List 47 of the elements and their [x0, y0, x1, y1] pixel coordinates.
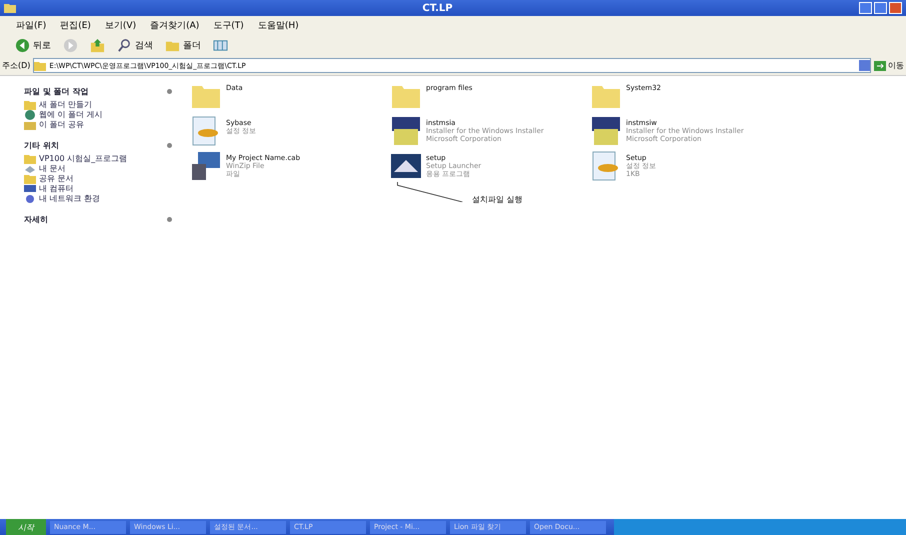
task-link[interactable]: 이 폴더 공유 [24, 120, 172, 130]
installer-icon[interactable] [590, 115, 622, 147]
start-button[interactable]: 시작 [6, 519, 46, 535]
up-button[interactable] [89, 37, 106, 54]
search-icon [117, 38, 132, 53]
views-icon [213, 38, 228, 53]
maximize-button[interactable] [874, 2, 887, 14]
collapse-icon[interactable] [167, 143, 172, 148]
collapse-icon[interactable] [167, 217, 172, 222]
minimize-button[interactable] [859, 2, 872, 14]
folder-icon [4, 3, 16, 13]
go-button[interactable]: 이동 [874, 60, 904, 71]
folder-icon [24, 100, 36, 110]
address-label: 주소(D) [2, 60, 30, 71]
menu-item[interactable]: 파일(F) [16, 19, 46, 32]
close-button[interactable] [889, 2, 902, 14]
share-icon [24, 120, 36, 130]
collapse-icon[interactable] [167, 89, 172, 94]
panel-title: 기타 위치 [24, 140, 59, 151]
menu-item[interactable]: 도움말(H) [258, 19, 299, 32]
computer-icon [24, 184, 36, 194]
folder-icon [34, 60, 46, 70]
menu-item[interactable]: 보기(V) [104, 19, 136, 32]
folder-up-icon [90, 38, 105, 53]
arrow-icon [874, 60, 886, 70]
window-title: CT.LP [421, 2, 454, 14]
task-link[interactable]: 내 네트워크 환경 [24, 194, 172, 204]
installer-icon[interactable] [390, 115, 422, 147]
panel-title: 파일 및 폴더 작업 [24, 86, 88, 97]
back-button[interactable]: 뒤로 [14, 37, 52, 54]
menu-item[interactable]: 편집(E) [60, 19, 91, 32]
menu-item[interactable]: 도구(T) [213, 19, 244, 32]
search-button[interactable]: 검색 [116, 37, 154, 54]
task-link[interactable]: 웹에 이 폴더 게시 [24, 110, 172, 120]
globe-icon [24, 110, 36, 120]
menu-item[interactable]: 즐겨찾기(A) [150, 19, 200, 32]
folders-button[interactable]: 폴더 [164, 37, 202, 54]
package-icon[interactable] [190, 150, 222, 182]
task-link[interactable]: 내 컴퓨터 [24, 184, 172, 194]
folder-icon [24, 154, 36, 164]
panel-title: 자세히 [24, 214, 48, 225]
task-link[interactable]: VP100 시험실_프로그램 [24, 154, 172, 164]
callout-label: 설치파일 실행 [472, 194, 523, 205]
task-link[interactable]: 새 폴더 만들기 [24, 100, 172, 110]
task-link[interactable]: 내 문서 [24, 164, 172, 174]
task-link[interactable]: 공유 문서 [24, 174, 172, 184]
folder-icon [24, 174, 36, 184]
